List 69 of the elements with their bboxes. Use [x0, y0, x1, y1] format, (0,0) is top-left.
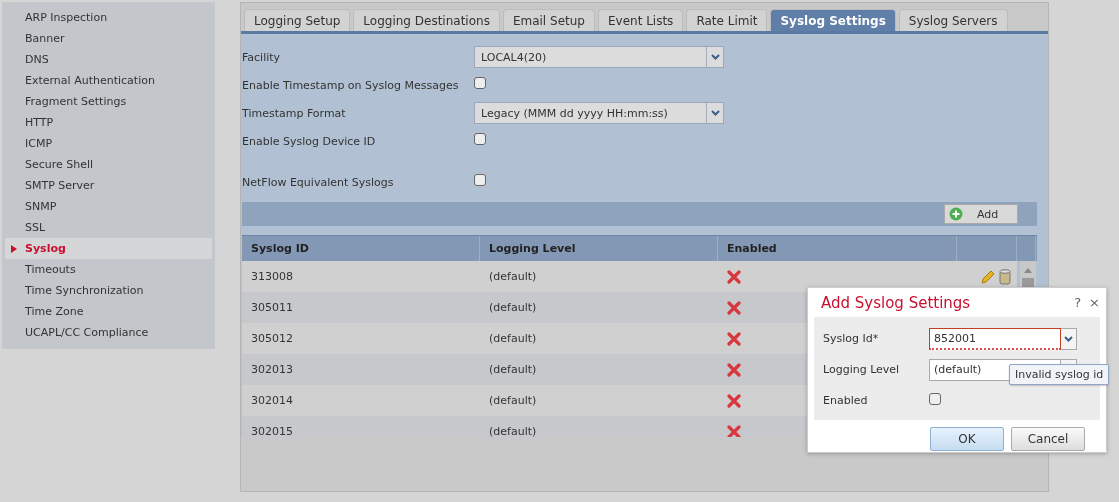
triangle-icon: [11, 244, 17, 253]
x-icon: [727, 393, 741, 408]
table-cell-text: (default): [488, 300, 538, 316]
x-icon: [727, 362, 741, 377]
table-cell-text: (default): [488, 331, 538, 347]
tab[interactable]: Event Lists: [597, 9, 684, 31]
sidebar-item[interactable]: Fragment Settings: [5, 91, 212, 112]
sidebar-item[interactable]: Time Synchronization: [5, 280, 212, 301]
sidebar-item[interactable]: Syslog: [5, 238, 212, 259]
x-icon: [727, 300, 741, 315]
sidebar-item[interactable]: Time Zone: [5, 301, 212, 322]
dropdown-button[interactable]: [1061, 327, 1077, 350]
table-cell-text: (default): [488, 424, 538, 437]
table-cell-text: 302015: [250, 424, 294, 437]
sidebar-item[interactable]: SSL: [5, 217, 212, 238]
dropdown[interactable]: LOCAL4(20): [474, 46, 724, 68]
sidebar-item[interactable]: ARP Inspection: [5, 7, 212, 28]
field-label: Timestamp Format: [242, 106, 347, 120]
field-label: Logging Level: [823, 363, 901, 376]
tab[interactable]: Syslog Settings: [770, 9, 896, 31]
tab[interactable]: Rate Limit: [686, 9, 768, 31]
field-label: Facility: [242, 50, 282, 64]
table-cell-text: (default): [488, 362, 538, 378]
sidebar-item[interactable]: HTTP: [5, 112, 212, 133]
field-label: Enabled: [823, 394, 869, 407]
field-label: NetFlow Equivalent Syslogs: [242, 175, 395, 189]
table-cell-text: (default): [488, 393, 538, 409]
table-cell-text: 305012: [250, 331, 294, 347]
tab[interactable]: Logging Destinations: [353, 9, 500, 31]
table-cell-text: 302014: [250, 393, 294, 409]
table-cell-text: 305011: [250, 300, 294, 316]
x-icon: [727, 331, 741, 346]
close-button[interactable]: ×: [1089, 295, 1100, 310]
sidebar-item[interactable]: Timeouts: [5, 259, 212, 280]
add-button[interactable]: Add: [944, 204, 1018, 224]
dialog-title: Add Syslog Settings: [821, 293, 972, 312]
field-label: Syslog Id*: [823, 332, 880, 345]
sidebar-item[interactable]: ICMP: [5, 133, 212, 154]
dropdown[interactable]: Legacy (MMM dd yyyy HH:mm:ss): [474, 102, 724, 124]
help-button[interactable]: ?: [1074, 295, 1082, 310]
sidebar-item[interactable]: UCAPL/CC Compliance: [5, 322, 212, 343]
sidebar-item[interactable]: SMTP Server: [5, 175, 212, 196]
checkbox[interactable]: [474, 174, 486, 186]
table-cell-text: 313008: [250, 269, 294, 285]
plus-icon: [949, 207, 963, 221]
sidebar-item[interactable]: SNMP: [5, 196, 212, 217]
sidebar-item[interactable]: Banner: [5, 28, 212, 49]
tab[interactable]: Email Setup: [502, 9, 595, 31]
checkbox[interactable]: [474, 77, 486, 89]
dialog-button[interactable]: OK: [930, 427, 1004, 451]
input-field[interactable]: 852001: [929, 327, 1061, 350]
sidebar-item[interactable]: External Authentication: [5, 70, 212, 91]
tab[interactable]: Logging Setup: [244, 9, 351, 31]
field-label: Enable Timestamp on Syslog Messages: [242, 78, 460, 92]
table-cell-text: (default): [488, 269, 538, 285]
x-icon: [727, 424, 741, 437]
chevron-down-icon: [1064, 335, 1073, 342]
tooltip: Invalid syslog id: [1009, 364, 1110, 385]
x-icon: [727, 269, 741, 284]
checkbox[interactable]: [474, 133, 486, 145]
chevron-down-icon: [710, 110, 720, 116]
sidebar-item[interactable]: DNS: [5, 49, 212, 70]
checkbox[interactable]: [929, 392, 941, 405]
tab[interactable]: Syslog Servers: [898, 9, 1008, 31]
chevron-down-icon: [710, 54, 720, 60]
dialog-button[interactable]: Cancel: [1011, 427, 1085, 451]
field-label: Enable Syslog Device ID: [242, 134, 377, 148]
table-cell-text: 302013: [250, 362, 294, 378]
sidebar-item[interactable]: Secure Shell: [5, 154, 212, 175]
